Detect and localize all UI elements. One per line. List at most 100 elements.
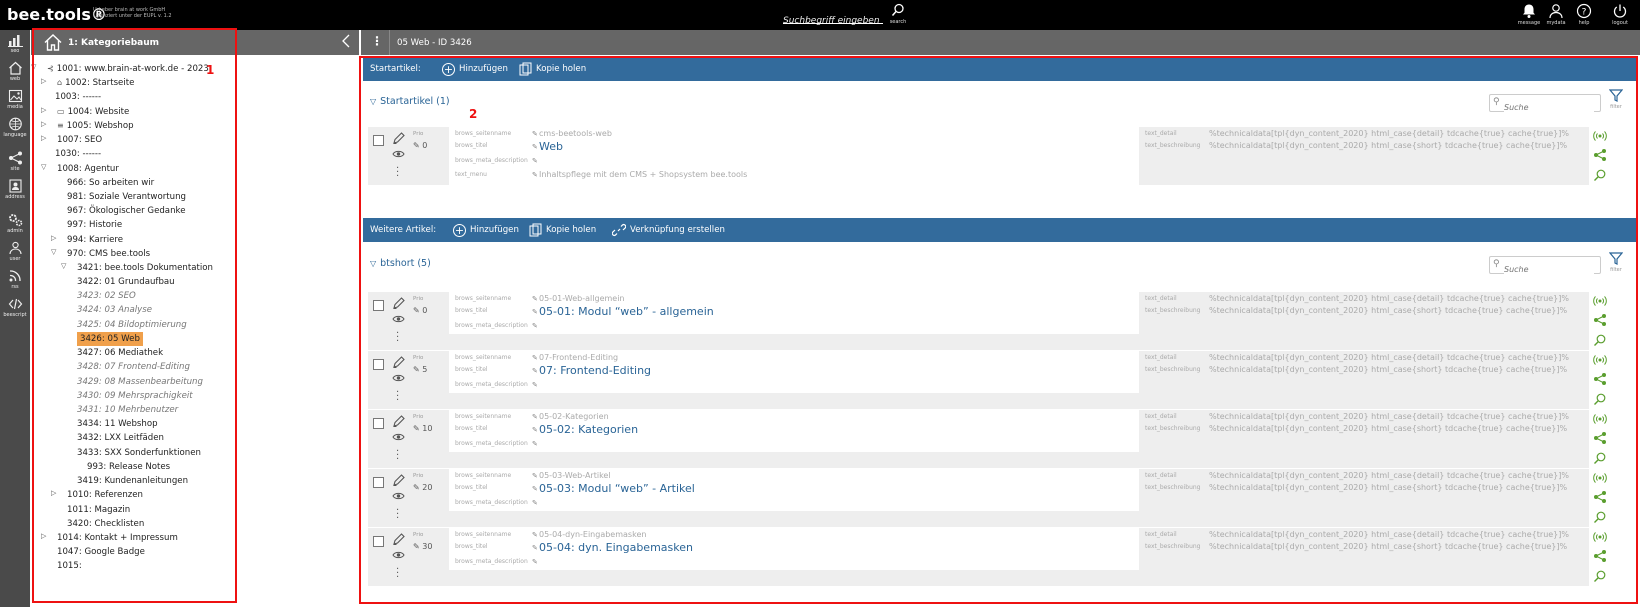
- tree-node[interactable]: 3430: 09 Mehrsprachigkeit: [77, 389, 193, 403]
- edit-icon[interactable]: ✎: [532, 440, 538, 448]
- collapsed-twisty-icon[interactable]: ▷: [51, 489, 56, 497]
- row-menu-icon[interactable]: · · ·: [396, 164, 399, 182]
- tree-node[interactable]: 1047: Google Badge: [57, 545, 145, 559]
- preview-eye-icon[interactable]: [392, 550, 405, 560]
- start-search-input[interactable]: [1504, 99, 1594, 116]
- tree-node[interactable]: 3422: 01 Grundaufbau: [77, 275, 175, 289]
- tree-node[interactable]: 3431: 10 Mehrbenutzer: [77, 403, 178, 417]
- tree-node[interactable]: 3433: SXX Sonderfunktionen: [77, 446, 201, 460]
- tree-node[interactable]: 1007: SEO: [57, 133, 102, 147]
- search-button[interactable]: search: [886, 3, 910, 29]
- tree-node[interactable]: 3429: 08 Massenbearbeitung: [77, 375, 203, 389]
- start-section-title[interactable]: ▽ Startartikel (1): [370, 96, 450, 107]
- start-add-button[interactable]: + Hinzufügen: [442, 61, 508, 77]
- sidebar-item-language[interactable]: language: [0, 114, 30, 142]
- prio-value[interactable]: ✎ 10: [413, 424, 432, 433]
- tree-node[interactable]: 3427: 06 Mediathek: [77, 346, 163, 360]
- row-checkbox[interactable]: [373, 477, 384, 488]
- tree-node[interactable]: 3425: 04 Bildoptimierung: [77, 318, 187, 332]
- preview-eye-icon[interactable]: [392, 314, 405, 324]
- more-copy-button[interactable]: Kopie holen: [529, 222, 596, 238]
- more-search-input[interactable]: [1504, 261, 1594, 278]
- edit-icon[interactable]: ✎: [532, 354, 538, 362]
- sidebar-item-web[interactable]: web: [0, 58, 30, 86]
- share-icon[interactable]: [1593, 149, 1607, 161]
- tree-node[interactable]: 3424: 03 Analyse: [77, 303, 152, 317]
- tree-node[interactable]: 1030: ------: [55, 147, 101, 161]
- row-checkbox[interactable]: [373, 418, 384, 429]
- tree-node[interactable]: 1008: Agentur: [57, 162, 119, 176]
- row-checkbox[interactable]: [373, 135, 384, 146]
- start-filter-button[interactable]: filter: [1608, 89, 1624, 110]
- edit-icon[interactable]: ✎: [532, 485, 538, 493]
- tree-node[interactable]: 3428: 07 Frontend-Editing: [77, 360, 190, 374]
- publish-signal-icon[interactable]: [1593, 295, 1607, 307]
- edit-icon[interactable]: ✎: [532, 413, 538, 421]
- tree-node[interactable]: 3434: 11 Webshop: [77, 417, 158, 431]
- collapsed-twisty-icon[interactable]: ▷: [41, 532, 46, 540]
- more-filter-button[interactable]: filter: [1608, 252, 1624, 273]
- collapsed-twisty-icon[interactable]: ▷: [51, 234, 56, 242]
- help-button[interactable]: ? help: [1572, 3, 1596, 29]
- edit-icon[interactable]: ✎: [532, 171, 538, 179]
- tree-node[interactable]: ⊰ 1001: www.brain-at-work.de - 2023: [47, 62, 209, 76]
- home-icon[interactable]: [43, 33, 63, 52]
- tree-node[interactable]: ⌂ 1002: Startseite: [57, 76, 134, 90]
- sidebar-item-site[interactable]: site: [0, 148, 30, 176]
- edit-icon[interactable]: ✎: [532, 130, 538, 138]
- edit-icon[interactable]: [392, 473, 405, 487]
- search-preview-icon[interactable]: [1593, 452, 1607, 464]
- edit-icon[interactable]: ✎: [532, 322, 538, 330]
- collapsed-twisty-icon[interactable]: ▷: [41, 106, 46, 114]
- tree-node[interactable]: ▭ 1004: Website: [57, 105, 129, 119]
- row-menu-icon[interactable]: · · ·: [396, 565, 399, 583]
- mydata-button[interactable]: mydata: [1544, 3, 1568, 29]
- tree-node[interactable]: ≡ 1005: Webshop: [57, 119, 134, 133]
- publish-signal-icon[interactable]: [1593, 130, 1607, 142]
- edit-icon[interactable]: ✎: [532, 544, 538, 552]
- search-preview-icon[interactable]: [1593, 570, 1607, 582]
- tree-node[interactable]: 1015:: [57, 559, 82, 573]
- preview-eye-icon[interactable]: [392, 432, 405, 442]
- content-menu-button[interactable]: ⋮: [371, 34, 383, 48]
- row-checkbox[interactable]: [373, 359, 384, 370]
- more-add-button[interactable]: + Hinzufügen: [453, 222, 519, 238]
- edit-icon[interactable]: ✎: [532, 531, 538, 539]
- search-preview-icon[interactable]: [1593, 511, 1607, 523]
- logout-button[interactable]: logout: [1608, 3, 1632, 29]
- row-checkbox[interactable]: [373, 536, 384, 547]
- preview-eye-icon[interactable]: [392, 491, 405, 501]
- row-menu-icon[interactable]: · · ·: [396, 447, 399, 465]
- tree-node[interactable]: 967: Ökologischer Gedanke: [67, 204, 185, 218]
- edit-icon[interactable]: [392, 296, 405, 310]
- edit-icon[interactable]: ✎: [532, 499, 538, 507]
- collapsed-twisty-icon[interactable]: ▷: [41, 77, 46, 85]
- expanded-twisty-icon[interactable]: ▽: [41, 163, 46, 171]
- preview-eye-icon[interactable]: [392, 373, 405, 383]
- tree-node[interactable]: 3421: bee.tools Dokumentation: [77, 261, 213, 275]
- tree-node[interactable]: 966: So arbeiten wir: [67, 176, 154, 190]
- expanded-twisty-icon[interactable]: ▽: [31, 63, 36, 71]
- tree-node[interactable]: 970: CMS bee.tools: [67, 247, 150, 261]
- edit-icon[interactable]: [392, 355, 405, 369]
- tree-node[interactable]: 999: Adventskalender 2023: [46, 55, 179, 58]
- sidebar-item-seo[interactable]: seo: [0, 30, 30, 58]
- collapsed-twisty-icon[interactable]: ▷: [41, 120, 46, 128]
- share-icon[interactable]: [1593, 491, 1607, 503]
- publish-signal-icon[interactable]: [1593, 531, 1607, 543]
- edit-icon[interactable]: ✎: [532, 157, 538, 165]
- edit-icon[interactable]: ✎: [532, 472, 538, 480]
- tree-node[interactable]: 3432: LXX Leitfäden: [77, 431, 164, 445]
- tree-node[interactable]: 997: Historie: [67, 218, 122, 232]
- publish-signal-icon[interactable]: [1593, 472, 1607, 484]
- prio-value[interactable]: ✎ 5: [413, 365, 427, 374]
- edit-icon[interactable]: ✎: [532, 558, 538, 566]
- search-preview-icon[interactable]: [1593, 334, 1607, 346]
- publish-signal-icon[interactable]: [1593, 413, 1607, 425]
- sidebar-item-admin[interactable]: admin: [0, 210, 30, 238]
- create-link-button[interactable]: Verknüpfung erstellen: [612, 222, 725, 238]
- start-copy-button[interactable]: Kopie holen: [519, 61, 586, 77]
- expanded-twisty-icon[interactable]: ▽: [51, 248, 56, 256]
- row-checkbox[interactable]: [373, 300, 384, 311]
- global-search-input[interactable]: [783, 13, 883, 29]
